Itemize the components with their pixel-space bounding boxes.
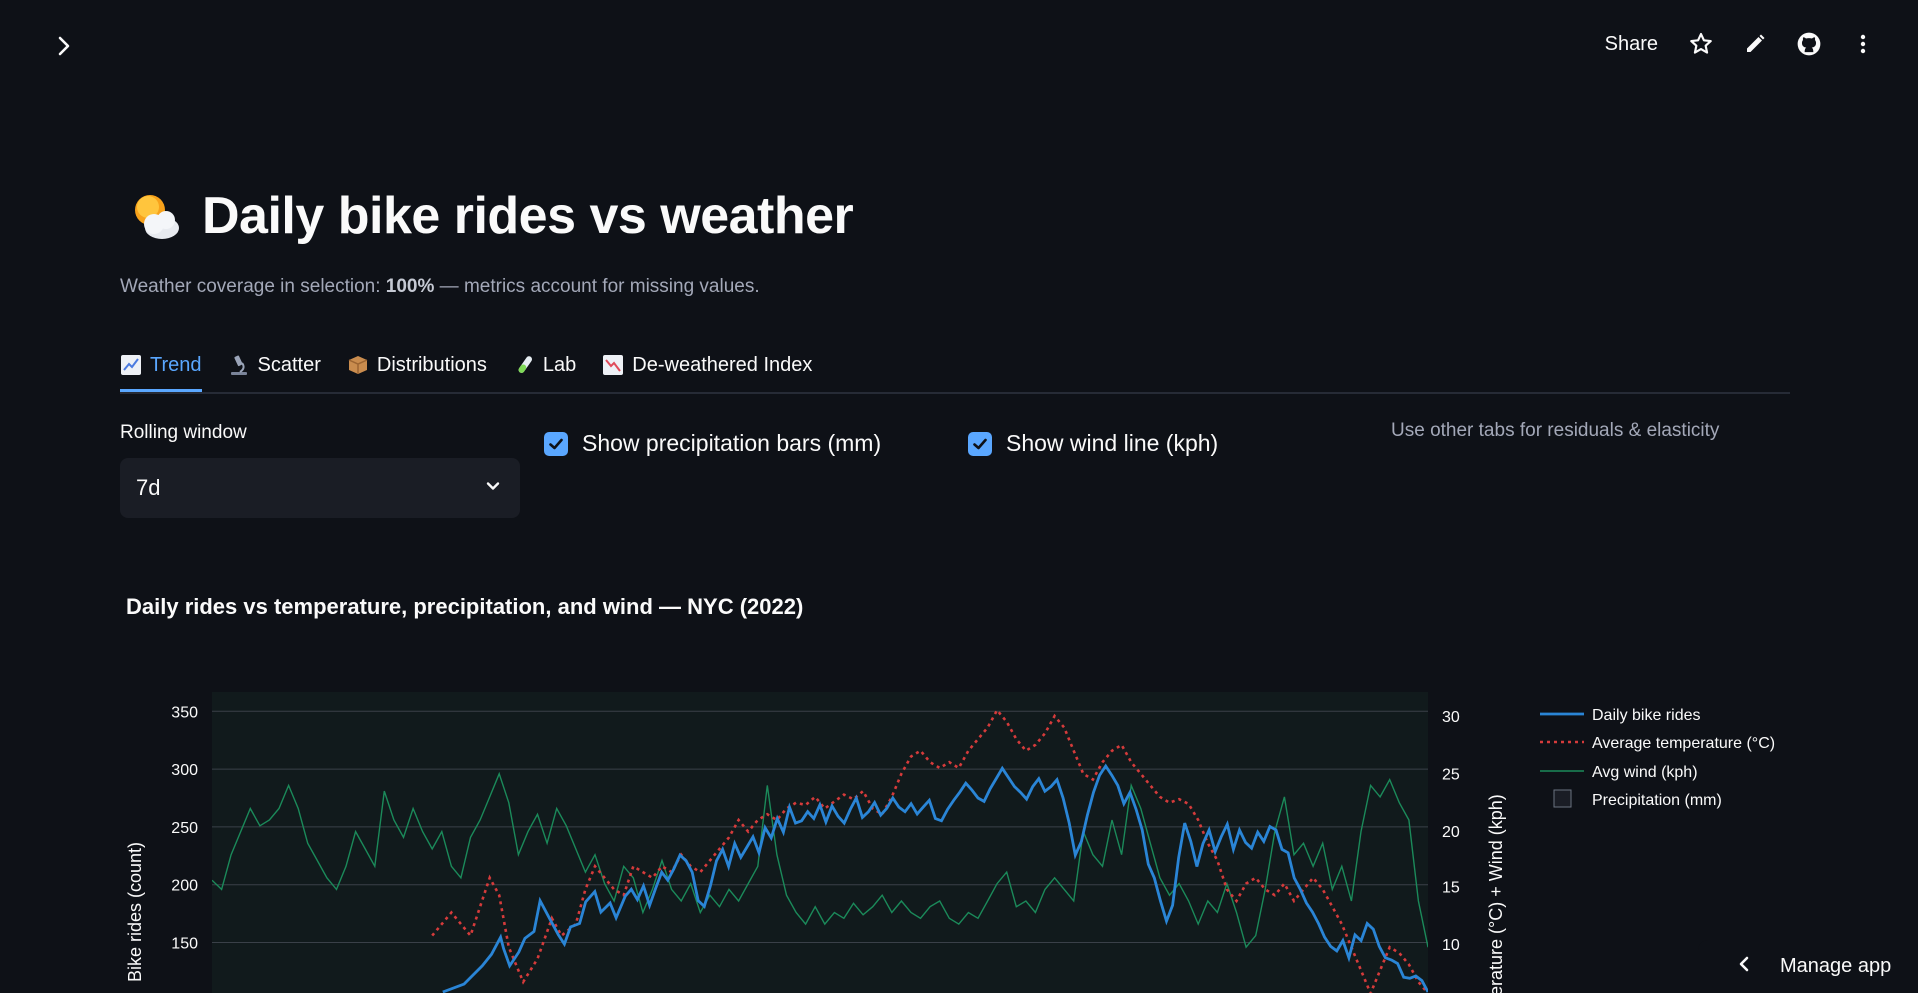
legend-label: Daily bike rides — [1592, 707, 1700, 724]
legend-label: Precipitation (mm) — [1592, 792, 1722, 809]
manage-app-label: Manage app — [1780, 955, 1892, 977]
y-tick-label: 200 — [171, 878, 198, 895]
y-tick-label: 250 — [171, 820, 198, 837]
y-tick-label: 350 — [171, 704, 198, 721]
y2-tick-label: 10 — [1442, 937, 1460, 954]
chevron-left-icon — [1734, 954, 1754, 979]
legend-label: Average temperature (°C) — [1592, 735, 1775, 752]
y-axis-label: Bike rides (count) — [125, 842, 145, 982]
y2-tick-label: 15 — [1442, 880, 1460, 897]
y-tick-label: 300 — [171, 762, 198, 779]
y2-tick-label: 25 — [1442, 767, 1460, 784]
y2-tick-label: 20 — [1442, 824, 1460, 841]
legend-label: Avg wind (kph) — [1592, 764, 1698, 781]
manage-app-button[interactable]: Manage app — [1698, 940, 1918, 993]
legend-precip-swatch — [1553, 789, 1572, 808]
y2-tick-label: 30 — [1442, 709, 1460, 726]
y-tick-label: 150 — [171, 936, 198, 953]
trend-chart: 150 200 250 300 350 10 15 20 25 30 Bike rides (cou… — [125, 692, 1775, 993]
y2-axis-label: Temperature (°C) + Wind (kph) — [1486, 794, 1506, 993]
